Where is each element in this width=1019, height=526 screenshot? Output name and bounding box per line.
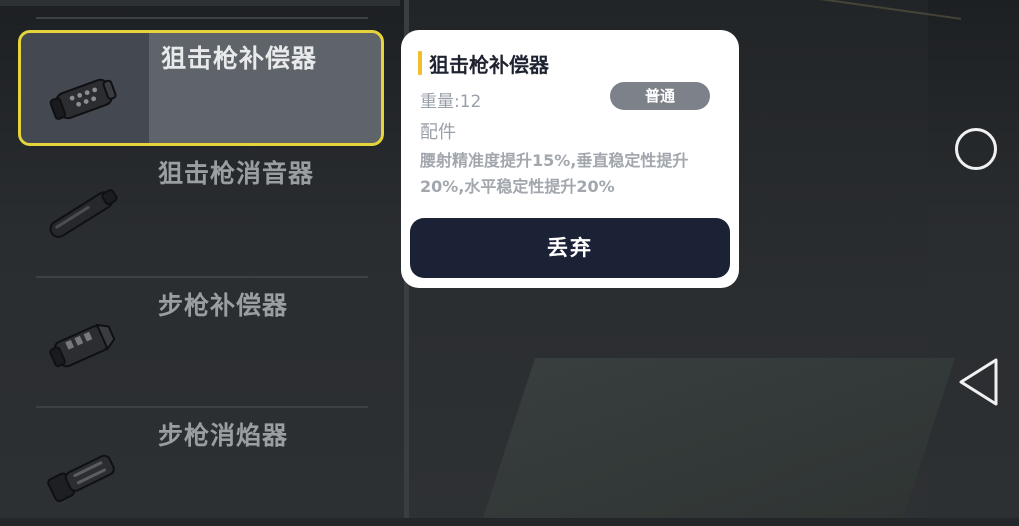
list-divider [36,276,368,278]
title-accent-bar [418,51,422,75]
list-divider [36,406,368,408]
detail-weight: 重量:12 [420,92,482,112]
triangle-back-icon[interactable] [956,356,1002,408]
system-nav-bar [930,0,1019,518]
rarity-badge: 普通 [610,82,710,110]
inventory-item-sniper-suppressor[interactable]: 狙击枪消音器 [18,148,384,264]
inventory-list: 狙击枪补偿器 狙击枪消音器 步枪补偿器 步枪消焰器 [0,0,400,518]
discard-button[interactable]: 丢弃 [410,218,730,278]
detail-category: 配件 [420,122,456,143]
item-name: 步枪消焰器 [158,421,289,450]
detail-title: 狙击枪补偿器 [429,53,549,77]
rifle-flash-hider-icon [47,454,115,503]
list-divider [36,17,368,19]
inventory-item-rifle-compensator[interactable]: 步枪补偿器 [18,280,384,396]
item-detail-popup: 狙击枪补偿器 重量:12 普通 配件 腰射精准度提升15%,垂直稳定性提升20%… [401,30,739,288]
inventory-item-rifle-flash-hider[interactable]: 步枪消焰器 [18,410,384,526]
sniper-suppressor-icon [49,188,118,238]
rifle-compensator-icon [49,323,116,368]
scene-floor [483,358,955,518]
detail-description: 腰射精准度提升15%,垂直稳定性提升20%,水平稳定性提升20% [420,151,689,196]
item-name: 狙击枪消音器 [158,159,315,188]
item-name: 步枪补偿器 [158,291,289,320]
circle-home-icon[interactable] [955,128,997,170]
item-name: 狙击枪补偿器 [161,44,318,73]
inventory-item-sniper-compensator[interactable]: 狙击枪补偿器 [18,30,384,146]
sniper-compensator-icon [49,78,117,120]
